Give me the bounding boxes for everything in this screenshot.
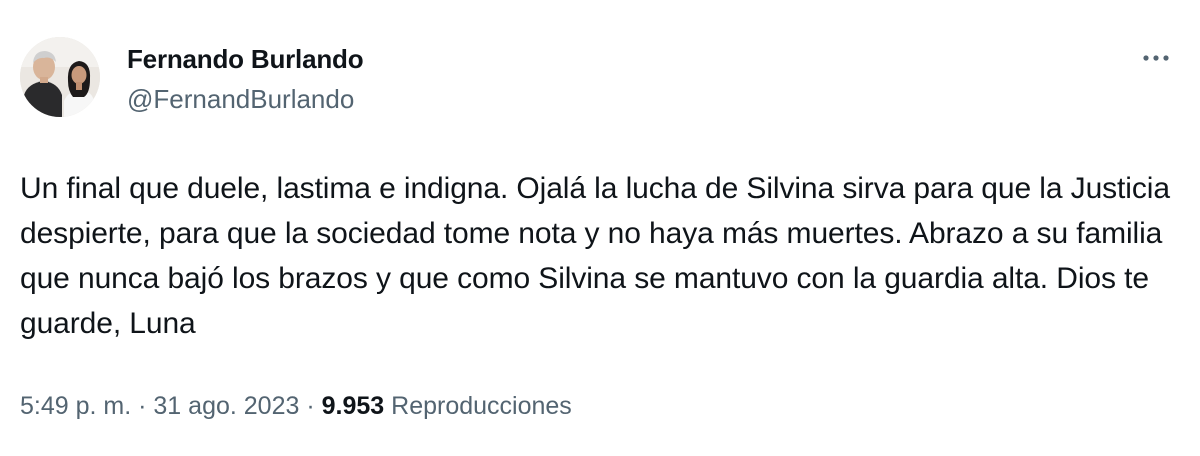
meta-separator: · xyxy=(306,392,315,420)
meta-separator: · xyxy=(138,392,147,420)
author-handle[interactable]: @FernandBurlando xyxy=(127,84,354,115)
tweet-metadata: 5:49 p. m. · 31 ago. 2023 · 9.953 Reprod… xyxy=(20,392,572,421)
ellipsis-horizontal-icon xyxy=(1143,55,1169,61)
tweet-card: Fernando Burlando @FernandBurlando Un fi… xyxy=(0,0,1200,456)
author-avatar[interactable] xyxy=(20,37,100,117)
tweet-date[interactable]: 31 ago. 2023 xyxy=(153,392,299,420)
author-display-name[interactable]: Fernando Burlando xyxy=(127,44,364,75)
profile-photo-icon xyxy=(20,37,100,117)
tweet-text: Un final que duele, lastima e indigna. O… xyxy=(20,172,1170,340)
views-count: 9.953 xyxy=(321,392,385,420)
more-options-button[interactable] xyxy=(1138,44,1174,72)
views-label: Reproducciones xyxy=(391,392,572,420)
tweet-time[interactable]: 5:49 p. m. xyxy=(20,392,131,420)
